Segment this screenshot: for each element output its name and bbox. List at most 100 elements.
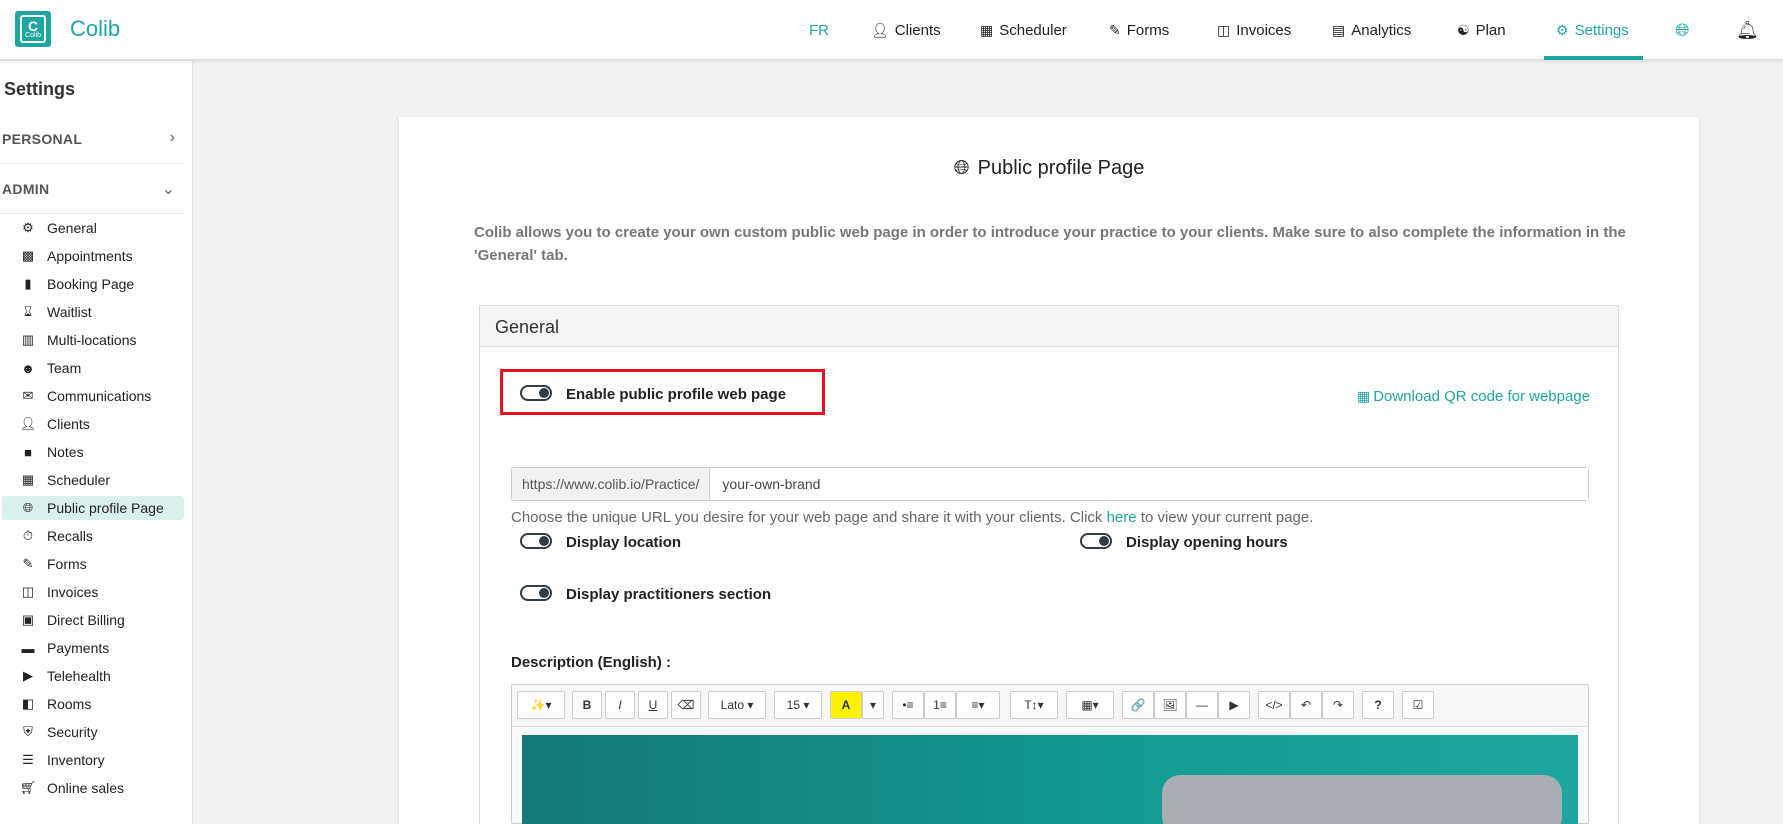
sidebar-item-security[interactable]: ⛨ Security [2, 720, 184, 744]
language-switch[interactable]: FR [809, 0, 829, 60]
video-button[interactable]: ▶ [1218, 691, 1250, 719]
sidebar-item-clients[interactable]: 👤︎ Clients [2, 412, 184, 436]
sidebar-item-label: Rooms [47, 696, 92, 712]
font-family-select[interactable]: Lato ▾ [708, 691, 766, 719]
underline-button[interactable]: U [638, 691, 668, 719]
nav-label: Forms [1126, 21, 1170, 39]
chevron-down-icon: ⌄ [161, 181, 175, 198]
bullet-list-button[interactable]: •≡ [892, 691, 924, 719]
page-title: 🌐︎ Public profile Page [399, 157, 1699, 180]
forms-icon: ✎ [1109, 21, 1121, 38]
sidebar-item-payments[interactable]: ▬ Payments [2, 636, 184, 660]
section-label: PERSONAL [2, 131, 83, 147]
link-button[interactable]: 🔗 [1122, 691, 1154, 719]
sidebar-item-online-sales[interactable]: 🛒︎ Online sales [2, 776, 184, 800]
bell-icon[interactable]: 🔔︎ [1736, 0, 1759, 60]
view-page-link[interactable]: here [1107, 509, 1137, 526]
sidebar-item-waitlist[interactable]: ⌛︎ Waitlist [2, 300, 184, 324]
undo-button[interactable]: ↶ [1290, 691, 1322, 719]
italic-button[interactable]: I [605, 691, 635, 719]
handshake-icon: ☯ [1457, 21, 1470, 38]
nav-plan[interactable]: ☯ Plan [1457, 0, 1506, 60]
nav-settings[interactable]: ⚙ Settings [1556, 0, 1629, 60]
nav-label: Invoices [1236, 21, 1292, 39]
sidebar-item-label: Direct Billing [47, 612, 125, 628]
sidebar-item-general[interactable]: ⚙ General [2, 216, 184, 240]
sidebar-item-invoices[interactable]: ◫ Invoices [2, 580, 184, 604]
nav-label: Plan [1475, 21, 1506, 39]
calendar-icon: ▦ [21, 472, 35, 487]
logo-frame: C Colib [20, 15, 46, 43]
sidebar-item-forms[interactable]: ✎ Forms [2, 552, 184, 576]
section-admin[interactable]: ADMIN ⌄ [0, 164, 183, 214]
colib-logo[interactable]: C Colib [15, 11, 51, 47]
team-icon: ☻ [21, 360, 35, 376]
checklist-button[interactable]: ☑ [1402, 691, 1434, 719]
sidebar-item-notes[interactable]: ■ Notes [2, 440, 184, 464]
sidebar-item-appointments[interactable]: ▩ Appointments [2, 244, 184, 268]
nav-clients[interactable]: 👤︎ Clients [871, 0, 941, 60]
sidebar-item-inventory[interactable]: ☰ Inventory [2, 748, 184, 772]
clipboard-icon: ▮ [24, 276, 32, 291]
settings-sidebar: Settings PERSONAL › ADMIN ⌄ ⚙ General ▩ Ap… [0, 61, 193, 824]
display-opening-hours-toggle[interactable] [1080, 533, 1112, 549]
sidebar-item-label: Telehealth [47, 668, 111, 684]
section-personal[interactable]: PERSONAL › [0, 114, 183, 164]
table-button[interactable]: ▦▾ [1066, 691, 1114, 719]
sidebar-title: Settings [4, 79, 76, 99]
paragraph-align-button[interactable]: ≡▾ [956, 691, 1000, 719]
image-button[interactable]: 🖼 [1154, 691, 1186, 719]
highlight-color-button[interactable]: A [830, 691, 862, 719]
sidebar-item-label: Notes [47, 444, 84, 460]
sidebar-item-direct-billing[interactable]: ▣ Direct Billing [2, 608, 184, 632]
sidebar-item-rooms[interactable]: ◧ Rooms [2, 692, 184, 716]
sidebar-item-telehealth[interactable]: ▶ Telehealth [2, 664, 184, 688]
horizontal-rule-button[interactable]: — [1186, 691, 1218, 719]
sidebar-item-label: Multi-locations [47, 332, 137, 348]
sidebar-item-label: Payments [47, 640, 110, 656]
calendar-icon: ▦ [980, 21, 994, 38]
line-height-button[interactable]: T↕▾ [1010, 691, 1058, 719]
url-input-group: https://www.colib.io/Practice/ [511, 467, 1589, 501]
url-slug-input[interactable] [710, 468, 1588, 500]
bold-button[interactable]: B [572, 691, 602, 719]
qr-link-text: Download QR code for webpage [1373, 388, 1590, 405]
sidebar-item-public-profile-page[interactable]: 🌐︎ Public profile Page [2, 496, 184, 520]
user-icon: 👤︎ [19, 416, 37, 431]
nav-analytics[interactable]: ▤ Analytics [1332, 0, 1411, 60]
nav-scheduler[interactable]: ▦ Scheduler [980, 0, 1067, 60]
rich-text-editor[interactable]: ✨▾ B I U ⌫ Lato ▾ 15 ▾ A ▾ •≡ 1≡ ≡▾ T↕▾ … [511, 684, 1589, 824]
shield-icon: ⛨ [23, 724, 33, 739]
nav-invoices[interactable]: ◫ Invoices [1217, 0, 1291, 60]
font-size-select[interactable]: 15 ▾ [774, 691, 822, 719]
nav-forms[interactable]: ✎ Forms [1109, 0, 1169, 60]
numbered-list-button[interactable]: 1≡ [924, 691, 956, 719]
clear-format-button[interactable]: ⌫ [671, 691, 701, 719]
page-title-text: Public profile Page [977, 157, 1145, 179]
sidebar-item-label: Communications [47, 388, 152, 404]
sidebar-item-communications[interactable]: ✉ Communications [2, 384, 184, 408]
redo-button[interactable]: ↷ [1322, 691, 1354, 719]
qr-code-icon: ▦ [1356, 388, 1371, 404]
color-dropdown-button[interactable]: ▾ [862, 691, 884, 719]
intro-text: Colib allows you to create your own cust… [474, 224, 1626, 264]
display-location-toggle[interactable] [520, 533, 552, 549]
globe-icon[interactable]: 🌐︎ [1675, 0, 1689, 60]
sidebar-item-recalls[interactable]: ⏱︎ Recalls [2, 524, 184, 548]
sidebar-item-scheduler[interactable]: ▦ Scheduler [2, 468, 184, 492]
door-icon: ◧ [21, 696, 35, 711]
stopwatch-icon: ⏱︎ [22, 528, 34, 543]
magic-style-button[interactable]: ✨▾ [517, 691, 565, 719]
help-button[interactable]: ? [1362, 691, 1394, 719]
sidebar-item-label: Invoices [47, 584, 99, 600]
code-view-button[interactable]: </> [1258, 691, 1290, 719]
brand-name[interactable]: Colib [70, 16, 120, 42]
nav-label: Clients [894, 21, 941, 39]
sidebar-item-multi-locations[interactable]: ▥ Multi-locations [2, 328, 184, 352]
display-practitioners-toggle[interactable] [520, 585, 552, 601]
enable-public-profile-toggle[interactable] [520, 385, 552, 401]
download-qr-link[interactable]: ▦ Download QR code for webpage [1357, 388, 1590, 405]
sidebar-item-team[interactable]: ☻ Team [2, 356, 184, 380]
top-navbar: C Colib Colib FR 👤︎ Clients ▦ Scheduler … [0, 0, 1783, 60]
sidebar-item-booking-page[interactable]: ▮ Booking Page [2, 272, 184, 296]
